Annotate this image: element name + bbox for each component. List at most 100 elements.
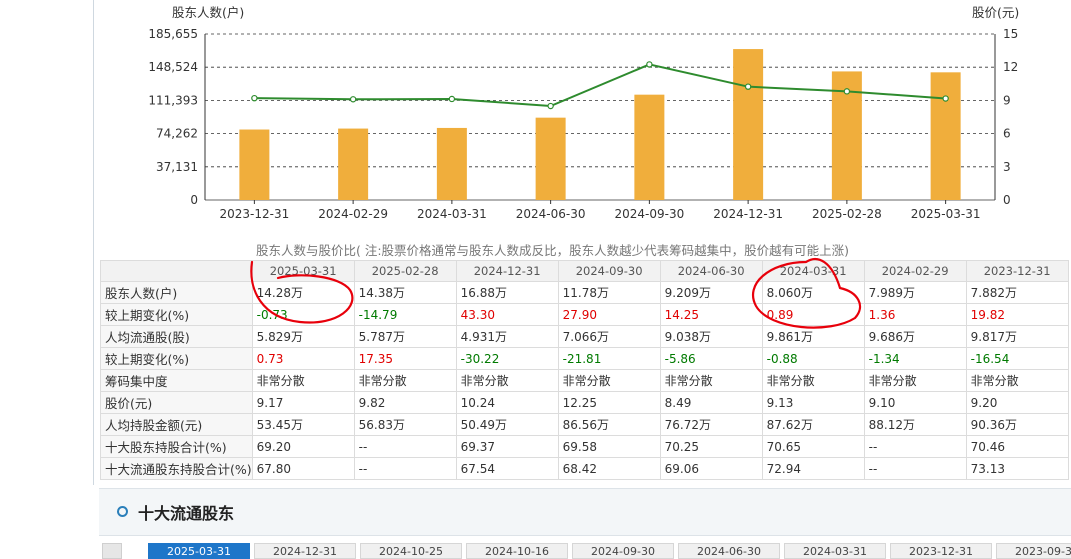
tab-period[interactable]: 2024-10-16 — [466, 543, 568, 559]
table-row: 筹码集中度 非常分散 非常分散 非常分散 非常分散 非常分散 非常分散 非常分散 非常分散 — [100, 369, 1069, 392]
shareholder-price-chart: 0 0 37,131 3 74,262 6 111,393 9 148,524 12 185,655… — [148, 5, 1019, 221]
row-label: 十大流通股东持股合计(%) — [100, 457, 253, 480]
table-cell: 27.90 — [557, 303, 661, 326]
table-cell: -- — [863, 435, 967, 458]
tab-period[interactable]: 2025-03-31 — [148, 543, 250, 559]
table-row: 人均持股金额(元) 53.45万 56.83万 50.49万 86.56万 76.72万 8… — [100, 413, 1069, 436]
bar — [930, 72, 961, 200]
table-cell: 0.73 — [251, 347, 355, 370]
table-header-row: 2025-03-31 2025-02-28 2024-12-31 2024-09-30… — [100, 260, 1069, 282]
table-cell: 88.12万 — [863, 413, 967, 436]
x-tick-label: 2023-12-31 — [220, 207, 290, 221]
table-cell: 非常分散 — [659, 369, 763, 392]
column-header: 2024-12-31 — [455, 260, 559, 282]
tab-period[interactable]: 2023-12-31 — [890, 543, 992, 559]
table-cell: 非常分散 — [455, 369, 559, 392]
tab-period[interactable]: 2024-03-31 — [784, 543, 886, 559]
column-header: 2024-02-29 — [863, 260, 967, 282]
table-cell: 9.17 — [251, 391, 355, 414]
table-cell: -- — [863, 457, 967, 480]
row-label: 股价(元) — [100, 391, 253, 414]
table-cell: 10.24 — [455, 391, 559, 414]
list-icon[interactable] — [102, 543, 122, 559]
tab-period[interactable]: 2024-12-31 — [254, 543, 356, 559]
column-header: 2025-02-28 — [353, 260, 457, 282]
table-row: 股东人数(户) 14.28万 14.38万 16.88万 11.78万 9.209万 8.0… — [100, 281, 1069, 304]
x-tick-label: 2024-12-31 — [713, 207, 783, 221]
table-cell: 9.686万 — [863, 325, 967, 348]
table-cell: 19.82 — [965, 303, 1069, 326]
table-cell: 14.25 — [659, 303, 763, 326]
column-header: 2024-06-30 — [659, 260, 763, 282]
price-point — [547, 102, 554, 110]
table-cell: 7.066万 — [557, 325, 661, 348]
table-cell: -0.88 — [761, 347, 865, 370]
table-cell: 69.06 — [659, 457, 763, 480]
price-point — [942, 95, 949, 102]
bar — [239, 129, 270, 200]
table-cell: 11.78万 — [557, 281, 661, 304]
circle-bullet-icon — [117, 506, 128, 517]
table-cell: 67.80 — [251, 457, 355, 480]
row-label: 股东人数(户) — [100, 281, 253, 304]
table-cell: 8.060万 — [761, 281, 865, 304]
table-cell: 67.54 — [455, 457, 559, 480]
table-cell: -30.22 — [455, 347, 559, 370]
y-tick-label: 0 — [190, 193, 198, 207]
table-cell: 7.989万 — [863, 281, 967, 304]
table-cell: 12.25 — [557, 391, 661, 414]
table-cell: -- — [353, 457, 457, 480]
chart-caption: 股东人数与股价比( 注:股票价格通常与股东人数成反比，股东人数越少代表筹码越集中… — [256, 243, 849, 258]
table-cell: 87.62万 — [761, 413, 865, 436]
price-point — [744, 83, 752, 90]
price-point — [843, 88, 851, 95]
x-tick-label: 2024-03-31 — [417, 207, 487, 221]
x-tick-label: 2024-02-29 — [318, 207, 388, 221]
table-cell: 9.20 — [965, 391, 1069, 414]
table-cell: 69.20 — [251, 435, 355, 458]
table-cell: 9.817万 — [965, 325, 1069, 348]
tab-period[interactable]: 2024-06-30 — [678, 543, 780, 559]
row-label: 筹码集中度 — [100, 369, 253, 392]
y-axis-title: 股东人数(户) — [172, 5, 244, 20]
bar — [733, 49, 764, 200]
y2-tick-label: 15 — [1003, 27, 1018, 41]
table-cell: 69.58 — [557, 435, 661, 458]
tab-period[interactable]: 2024-09-30 — [572, 543, 674, 559]
tab-period[interactable]: 2023-09-30 — [996, 543, 1071, 559]
row-label: 人均持股金额(元) — [100, 413, 253, 436]
table-cell: 0.89 — [761, 303, 865, 326]
table-cell: 9.038万 — [659, 325, 763, 348]
bar — [634, 94, 665, 200]
y-tick-label: 74,262 — [156, 127, 198, 141]
table-cell: 73.13 — [965, 457, 1069, 480]
x-tick-label: 2025-02-28 — [812, 207, 882, 221]
table-cell: 非常分散 — [965, 369, 1069, 392]
table-cell: 非常分散 — [353, 369, 457, 392]
table-cell: -1.34 — [863, 347, 967, 370]
tab-period[interactable]: 2024-10-25 — [360, 543, 462, 559]
y2-tick-label: 12 — [1003, 60, 1018, 74]
price-point — [646, 61, 653, 68]
y2-tick-label: 9 — [1003, 93, 1011, 107]
table-cell: -5.86 — [659, 347, 763, 370]
bar — [535, 117, 566, 200]
table-cell: 非常分散 — [251, 369, 355, 392]
y-tick-label: 111,393 — [148, 93, 198, 107]
table-cell: 14.28万 — [251, 281, 355, 304]
table-cell: 14.38万 — [353, 281, 457, 304]
price-point — [448, 95, 456, 103]
header-corner — [100, 260, 253, 282]
table-row: 股价(元) 9.17 9.82 10.24 12.25 8.49 9.13 9.10 9.20 — [100, 391, 1069, 414]
y-tick-label: 148,524 — [148, 60, 198, 74]
table-cell: 非常分散 — [863, 369, 967, 392]
table-cell: 72.94 — [761, 457, 865, 480]
row-label: 较上期变化(%) — [100, 303, 253, 326]
table-cell: -0.73 — [251, 303, 355, 326]
table-row: 较上期变化(%) 0.73 17.35 -30.22 -21.81 -5.86 -0.88-… — [100, 347, 1069, 370]
section-header — [99, 488, 1071, 536]
y2-tick-label: 0 — [1003, 193, 1011, 207]
table-cell: 70.46 — [965, 435, 1069, 458]
table-cell: -14.79 — [353, 303, 457, 326]
table-cell: 76.72万 — [659, 413, 763, 436]
